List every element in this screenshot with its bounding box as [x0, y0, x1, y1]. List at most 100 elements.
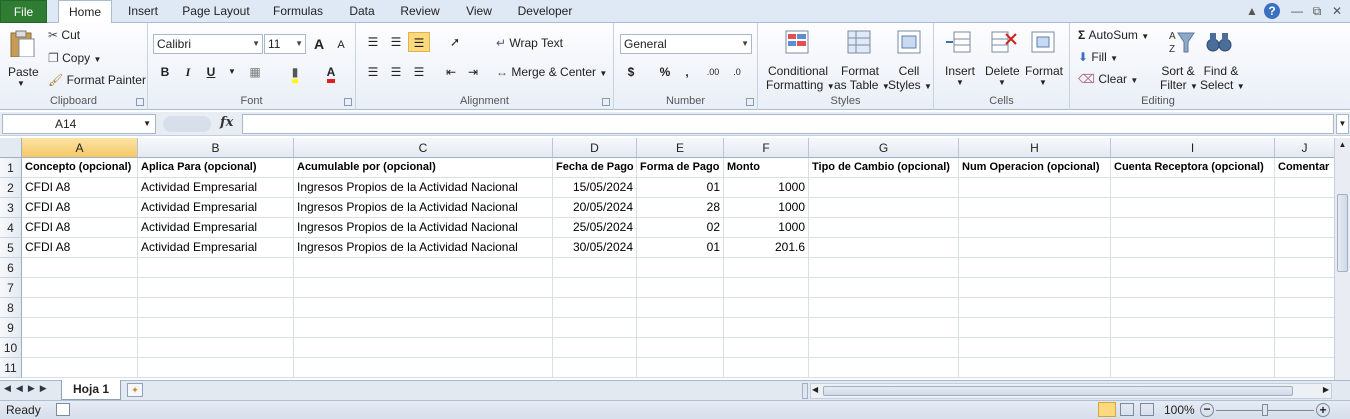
table-header-cell[interactable]: Concepto (opcional) [22, 158, 138, 178]
table-cell[interactable] [809, 278, 959, 298]
page-break-view-icon[interactable] [1140, 403, 1154, 416]
table-cell[interactable] [553, 338, 637, 358]
conditional-formatting-button[interactable]: Conditional Formatting ▼ [766, 64, 835, 92]
tab-formulas[interactable]: Formulas [266, 0, 330, 23]
table-cell[interactable] [959, 278, 1111, 298]
grow-font-button[interactable]: A [308, 34, 330, 54]
table-cell[interactable]: Ingresos Propios de la Actividad Naciona… [294, 178, 553, 198]
table-cell[interactable] [959, 198, 1111, 218]
table-cell[interactable]: Actividad Empresarial [138, 178, 294, 198]
bold-button[interactable]: B [154, 62, 176, 82]
table-header-cell[interactable]: Comentar [1275, 158, 1334, 178]
table-cell[interactable] [809, 238, 959, 258]
select-all-corner[interactable] [0, 138, 22, 158]
table-cell[interactable]: Actividad Empresarial [138, 238, 294, 258]
merge-center-button[interactable]: ↔ Merge & Center ▼ [496, 65, 607, 79]
fill-button[interactable]: ⬇ Fill ▼ [1078, 50, 1118, 64]
column-header-b[interactable]: B [138, 138, 294, 158]
table-cell[interactable] [1275, 198, 1334, 218]
table-cell[interactable] [959, 318, 1111, 338]
align-middle-icon[interactable]: ☰ [385, 32, 407, 52]
insert-function-button[interactable]: fx [220, 115, 233, 130]
insert-cells-button[interactable]: Insert [945, 64, 975, 78]
table-cell[interactable] [22, 358, 138, 378]
tab-insert[interactable]: Insert [120, 0, 166, 23]
cut-button[interactable]: ✂ Cut [48, 28, 80, 42]
table-cell[interactable] [959, 298, 1111, 318]
table-cell[interactable]: CFDI A8 [22, 198, 138, 218]
format-cells-button[interactable]: Format [1025, 64, 1063, 78]
table-cell[interactable] [959, 218, 1111, 238]
table-cell[interactable]: 1000 [724, 218, 809, 238]
table-cell[interactable] [138, 298, 294, 318]
table-cell[interactable] [553, 298, 637, 318]
row-header-10[interactable]: 10 [0, 338, 22, 358]
help-icon[interactable]: ? [1264, 3, 1280, 19]
column-header-c[interactable]: C [294, 138, 553, 158]
close-window-icon[interactable]: ✕ [1328, 3, 1346, 20]
format-painter-button[interactable]: 🖌 Format Painter [48, 73, 146, 87]
chevron-down-icon[interactable]: ▼ [1039, 78, 1047, 87]
table-cell[interactable]: CFDI A8 [22, 218, 138, 238]
table-cell[interactable]: Ingresos Propios de la Actividad Naciona… [294, 238, 553, 258]
row-header-3[interactable]: 3 [0, 198, 22, 218]
scroll-left-icon[interactable]: ◀ [812, 385, 818, 394]
table-cell[interactable] [959, 358, 1111, 378]
row-header-9[interactable]: 9 [0, 318, 22, 338]
column-header-a[interactable]: A [22, 138, 138, 158]
table-cell[interactable]: Ingresos Propios de la Actividad Naciona… [294, 218, 553, 238]
column-header-i[interactable]: I [1111, 138, 1275, 158]
table-cell[interactable] [1111, 358, 1275, 378]
column-header-j[interactable]: J [1275, 138, 1334, 158]
table-cell[interactable] [1275, 318, 1334, 338]
table-cell[interactable] [724, 258, 809, 278]
alignment-launcher-icon[interactable] [602, 98, 610, 106]
shrink-font-button[interactable]: A [330, 35, 352, 55]
column-header-f[interactable]: F [724, 138, 809, 158]
table-cell[interactable] [138, 338, 294, 358]
table-cell[interactable] [138, 258, 294, 278]
table-cell[interactable]: 1000 [724, 198, 809, 218]
table-cell[interactable]: Actividad Empresarial [138, 198, 294, 218]
orientation-icon[interactable]: ➚ [444, 32, 466, 52]
restore-window-icon[interactable]: ⧉ [1308, 3, 1326, 20]
table-cell[interactable]: 15/05/2024 [553, 178, 637, 198]
table-cell[interactable] [1111, 258, 1275, 278]
align-center-icon[interactable]: ☰ [385, 62, 407, 82]
row-header-7[interactable]: 7 [0, 278, 22, 298]
table-header-cell[interactable]: Aplica Para (opcional) [138, 158, 294, 178]
table-cell[interactable] [959, 238, 1111, 258]
table-cell[interactable]: 1000 [724, 178, 809, 198]
table-cell[interactable] [553, 318, 637, 338]
table-cell[interactable] [294, 318, 553, 338]
macro-record-icon[interactable] [56, 403, 70, 416]
table-cell[interactable] [637, 358, 724, 378]
decrease-decimal-button[interactable]: .0 [726, 62, 748, 82]
table-cell[interactable] [637, 298, 724, 318]
table-cell[interactable] [1111, 198, 1275, 218]
table-cell[interactable] [22, 258, 138, 278]
tab-data[interactable]: Data [340, 0, 384, 23]
table-cell[interactable] [22, 298, 138, 318]
table-cell[interactable]: 25/05/2024 [553, 218, 637, 238]
paste-dropdown-icon[interactable]: ▼ [17, 79, 25, 88]
zoom-out-icon[interactable]: − [1200, 403, 1214, 417]
table-cell[interactable] [22, 338, 138, 358]
table-cell[interactable] [724, 318, 809, 338]
table-cell[interactable] [1111, 278, 1275, 298]
zoom-in-icon[interactable]: + [1316, 403, 1330, 417]
row-header-2[interactable]: 2 [0, 178, 22, 198]
tab-developer[interactable]: Developer [510, 0, 580, 23]
chevron-down-icon[interactable]: ▼ [956, 78, 964, 87]
cell-styles-button[interactable]: Cell Styles ▼ [888, 64, 932, 92]
font-color-icon[interactable]: A [320, 62, 342, 83]
fill-color-icon[interactable]: ▮ [284, 62, 306, 83]
tab-view[interactable]: View [458, 0, 500, 23]
table-header-cell[interactable]: Monto [724, 158, 809, 178]
chevron-down-icon[interactable]: ▼ [998, 78, 1006, 87]
table-cell[interactable] [294, 298, 553, 318]
decrease-indent-icon[interactable]: ⇤ [440, 62, 462, 82]
worksheet-grid[interactable]: A B C D E F G H I J 1 Concepto (opcional) Aplica Par… [0, 138, 1334, 380]
table-cell[interactable] [1275, 278, 1334, 298]
table-cell[interactable] [553, 258, 637, 278]
